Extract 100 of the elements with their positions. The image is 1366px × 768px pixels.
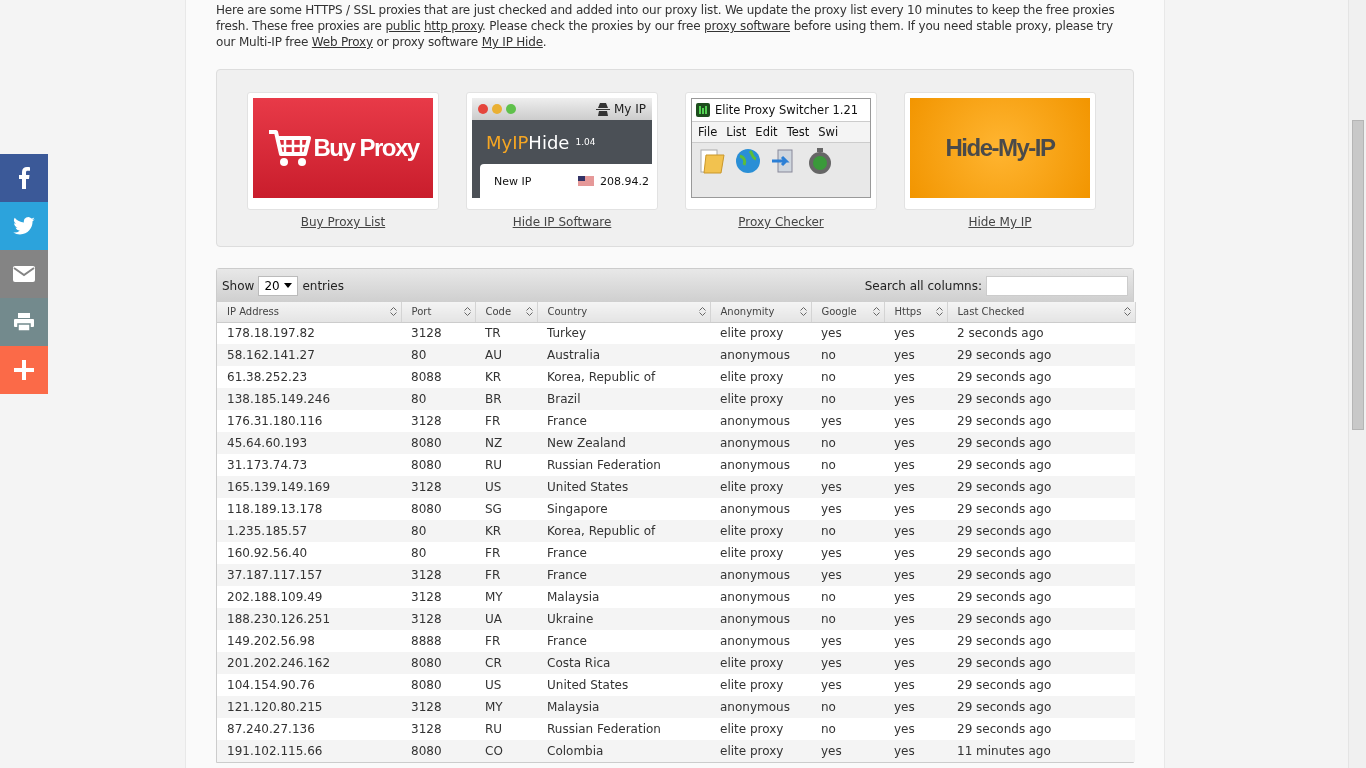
table-cell: 2 seconds ago: [947, 322, 1135, 344]
text-link[interactable]: public: [385, 19, 421, 33]
table-cell: 3128: [401, 410, 475, 432]
table-cell: Russian Federation: [537, 718, 710, 740]
table-cell: US: [475, 674, 537, 696]
table-cell: KR: [475, 366, 537, 388]
table-cell: Turkey: [537, 322, 710, 344]
table-cell: elite proxy: [710, 718, 811, 740]
maximize-window-icon: [506, 104, 516, 114]
table-cell: anonymous: [710, 696, 811, 718]
column-header[interactable]: Google: [811, 302, 884, 322]
banner-card[interactable]: Buy Proxy: [247, 92, 439, 210]
table-cell: 29 seconds ago: [947, 652, 1135, 674]
table-cell: 80: [401, 542, 475, 564]
banner-card[interactable]: Hide-My-IP: [904, 92, 1096, 210]
table-cell: Colombia: [537, 740, 710, 762]
envelope-icon: [13, 266, 35, 282]
table-cell: anonymous: [710, 630, 811, 652]
column-header[interactable]: Country: [537, 302, 710, 322]
table-cell: AU: [475, 344, 537, 366]
show-label: Show: [222, 278, 255, 293]
sort-icon: [389, 306, 397, 318]
banner-link[interactable]: Proxy Checker: [738, 215, 824, 229]
table-cell: elite proxy: [710, 476, 811, 498]
menu-item: Edit: [755, 125, 778, 139]
column-header[interactable]: Last Checked: [947, 302, 1135, 322]
field-label: New IP: [494, 174, 533, 188]
table-cell: no: [811, 608, 884, 630]
table-cell: yes: [884, 696, 947, 718]
table-cell: FR: [475, 542, 537, 564]
table-cell: 3128: [401, 322, 475, 344]
table-cell: 176.31.180.116: [217, 410, 401, 432]
column-header[interactable]: IP Address: [217, 302, 401, 322]
table-cell: Australia: [537, 344, 710, 366]
email-share-button[interactable]: [0, 250, 48, 298]
search-label: Search all columns:: [864, 278, 982, 293]
table-cell: elite proxy: [710, 652, 811, 674]
text-link[interactable]: My IP Hide: [481, 35, 543, 49]
table-cell: no: [811, 388, 884, 410]
table-cell: 3128: [401, 586, 475, 608]
table-cell: 29 seconds ago: [947, 718, 1135, 740]
table-cell: 29 seconds ago: [947, 674, 1135, 696]
column-header[interactable]: Port: [401, 302, 475, 322]
table-cell: MY: [475, 696, 537, 718]
table-cell: elite proxy: [710, 674, 811, 696]
ip-value: 208.94.2: [600, 174, 649, 188]
table-cell: 165.139.149.169: [217, 476, 401, 498]
column-header[interactable]: Https: [884, 302, 947, 322]
table-cell: 8080: [401, 432, 475, 454]
table-cell: 138.185.149.246: [217, 388, 401, 410]
table-cell: 149.202.56.98: [217, 630, 401, 652]
banner-card[interactable]: Elite Proxy Switcher 1.21 File List Edit Test Swi: [685, 92, 877, 210]
page-size-dropdown[interactable]: 20: [258, 275, 299, 296]
sort-icon: [872, 306, 880, 318]
print-button[interactable]: [0, 298, 48, 346]
table-cell: MY: [475, 586, 537, 608]
app-logo-text: MyIPHide: [486, 131, 570, 153]
column-header[interactable]: Anonymity: [710, 302, 811, 322]
more-share-button[interactable]: [0, 346, 48, 394]
table-cell: 8088: [401, 366, 475, 388]
table-cell: 80: [401, 344, 475, 366]
folder-icon: [698, 147, 726, 175]
table-cell: Korea, Republic of: [537, 520, 710, 542]
table-cell: yes: [811, 322, 884, 344]
text-link[interactable]: proxy software: [704, 19, 790, 33]
table-cell: UA: [475, 608, 537, 630]
table-cell: 29 seconds ago: [947, 608, 1135, 630]
search-field[interactable]: [986, 275, 1128, 296]
table-cell: 29 seconds ago: [947, 564, 1135, 586]
table-cell: yes: [811, 410, 884, 432]
twitter-button[interactable]: [0, 202, 48, 250]
table-cell: 29 seconds ago: [947, 410, 1135, 432]
scrollbar[interactable]: [1348, 0, 1366, 768]
table-cell: anonymous: [710, 586, 811, 608]
table-cell: 29 seconds ago: [947, 344, 1135, 366]
table-cell: CO: [475, 740, 537, 762]
banner-link[interactable]: Hide My IP: [968, 215, 1032, 229]
table-cell: yes: [884, 586, 947, 608]
caret-icon: [284, 283, 293, 288]
banner-card[interactable]: My IP MyIPHide 1.04 New IP 208.94.2: [466, 92, 658, 210]
table-cell: anonymous: [710, 454, 811, 476]
table-cell: United States: [537, 674, 710, 696]
column-header[interactable]: Code: [475, 302, 537, 322]
table-cell: TR: [475, 322, 537, 344]
table-cell: yes: [811, 630, 884, 652]
table-cell: elite proxy: [710, 322, 811, 344]
table-cell: Korea, Republic of: [537, 366, 710, 388]
menu-item: Swi: [818, 125, 839, 139]
facebook-button[interactable]: [0, 154, 48, 202]
banner-link[interactable]: Buy Proxy List: [300, 215, 386, 229]
table-cell: elite proxy: [710, 520, 811, 542]
menu-item: Test: [786, 125, 810, 139]
table-cell: 191.102.115.66: [217, 740, 401, 762]
table-cell: Singapore: [537, 498, 710, 520]
text-link[interactable]: Web Proxy: [311, 35, 373, 49]
banner-link[interactable]: Hide IP Software: [512, 215, 612, 229]
sort-icon: [1123, 306, 1131, 318]
table-cell: 58.162.141.27: [217, 344, 401, 366]
table-cell: 11 minutes ago: [947, 740, 1135, 762]
table-cell: no: [811, 586, 884, 608]
